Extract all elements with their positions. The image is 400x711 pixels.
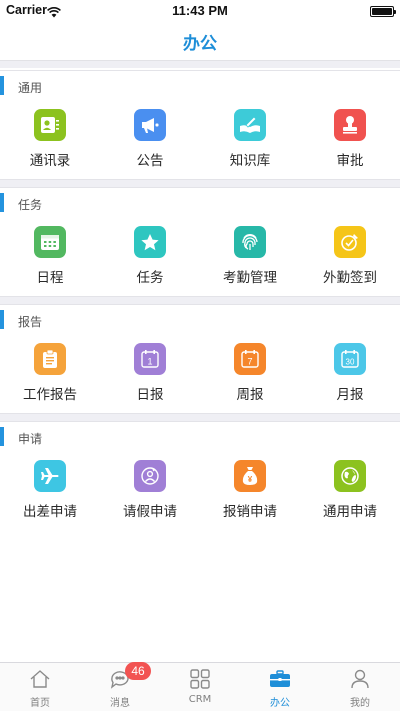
section-header: 申请 xyxy=(0,422,400,452)
tab-label: 办公 xyxy=(270,698,290,709)
app-label: 出差申请 xyxy=(23,504,77,520)
app-label: 知识库 xyxy=(229,153,271,169)
tab-office[interactable]: 办公 xyxy=(240,663,320,711)
calendar-number: 30 xyxy=(346,358,355,367)
tab-label: 消息 xyxy=(110,698,130,709)
book-icon xyxy=(234,109,266,141)
app-label: 请假申请 xyxy=(123,504,177,520)
app-label: 日报 xyxy=(136,387,164,403)
app-announcement[interactable]: 公告 xyxy=(100,101,200,179)
section-accent-bar xyxy=(0,427,4,446)
section-accent-bar xyxy=(0,76,4,95)
calendar-month-icon: 30 xyxy=(334,343,366,375)
calendar-number: 7 xyxy=(247,357,252,367)
app-label: 工作报告 xyxy=(23,387,77,403)
app-reimbursement[interactable]: ¥ 报销申请 xyxy=(200,452,300,530)
section-title: 报告 xyxy=(18,315,43,329)
stamp-icon xyxy=(334,109,366,141)
app-business-trip[interactable]: 出差申请 xyxy=(0,452,100,530)
section-header: 任务 xyxy=(0,188,400,218)
calendar-grid-icon xyxy=(34,226,66,258)
app-daily-report[interactable]: 1 日报 xyxy=(100,335,200,413)
calendar-number: 1 xyxy=(147,357,152,367)
unread-badge: 46 xyxy=(125,662,151,680)
section-header: 通用 xyxy=(0,71,400,101)
person-icon xyxy=(351,669,369,689)
app-schedule[interactable]: 日程 xyxy=(0,218,100,296)
app-weekly-report[interactable]: 7 周报 xyxy=(200,335,300,413)
clipboard-icon xyxy=(34,343,66,375)
clock-time: 11:43 PM xyxy=(172,3,228,18)
navigation-bar: 办公 xyxy=(0,22,400,60)
app-contacts[interactable]: 通讯录 xyxy=(0,101,100,179)
airplane-icon xyxy=(34,460,66,492)
section-title: 申请 xyxy=(18,432,43,446)
app-attendance[interactable]: 考勤管理 xyxy=(200,218,300,296)
leave-clock-icon xyxy=(134,460,166,492)
home-icon xyxy=(30,670,50,688)
app-label: 报销申请 xyxy=(223,504,277,520)
tab-label: 我的 xyxy=(350,698,370,709)
app-label: 任务 xyxy=(136,270,164,286)
briefcase-icon xyxy=(270,670,290,687)
contacts-icon xyxy=(34,109,66,141)
tab-label: 首页 xyxy=(30,698,50,709)
app-knowledge-base[interactable]: 知识库 xyxy=(200,101,300,179)
section-general: 通用 通讯录 公告 知识库 审批 xyxy=(0,70,400,180)
tab-me[interactable]: 我的 xyxy=(320,663,400,711)
app-field-signin[interactable]: 外勤签到 xyxy=(300,218,400,296)
section-title: 通用 xyxy=(18,81,43,95)
tab-label: CRM xyxy=(188,694,212,705)
app-label: 公告 xyxy=(136,153,164,169)
app-task[interactable]: 任务 xyxy=(100,218,200,296)
calendar-week-icon: 7 xyxy=(234,343,266,375)
tab-home[interactable]: 首页 xyxy=(0,663,80,711)
money-bag-icon: ¥ xyxy=(234,460,266,492)
section-applications: 申请 出差申请 请假申请 ¥ 报销申请 通用申请 xyxy=(0,421,400,530)
app-work-report[interactable]: 工作报告 xyxy=(0,335,100,413)
nav-divider xyxy=(0,60,400,68)
section-title: 任务 xyxy=(18,198,43,212)
section-tasks: 任务 日程 任务 考勤管理 外勤签到 xyxy=(0,187,400,297)
fingerprint-icon xyxy=(234,226,266,258)
section-reports: 报告 工作报告 1 日报 7 周报 30 月报 xyxy=(0,304,400,414)
grid-icon xyxy=(190,669,210,689)
tab-bar: 首页 46 消息 CRM 办公 我的 xyxy=(0,662,400,711)
star-icon xyxy=(134,226,166,258)
globe-icon xyxy=(334,460,366,492)
calendar-day-icon: 1 xyxy=(134,343,166,375)
tab-crm[interactable]: CRM xyxy=(160,663,240,711)
status-bar: Carrier 11:43 PM xyxy=(0,0,400,22)
app-approval[interactable]: 审批 xyxy=(300,101,400,179)
app-label: 日程 xyxy=(36,270,64,286)
signin-icon xyxy=(334,226,366,258)
page-title: 办公 xyxy=(183,34,217,54)
app-monthly-report[interactable]: 30 月报 xyxy=(300,335,400,413)
app-label: 外勤签到 xyxy=(323,270,377,286)
svg-text:¥: ¥ xyxy=(248,475,253,484)
app-label: 审批 xyxy=(336,153,364,169)
app-label: 考勤管理 xyxy=(223,270,277,286)
megaphone-icon xyxy=(134,109,166,141)
app-label: 通用申请 xyxy=(323,504,377,520)
app-general-request[interactable]: 通用申请 xyxy=(300,452,400,530)
section-header: 报告 xyxy=(0,305,400,335)
battery-icon xyxy=(370,6,396,17)
app-label: 月报 xyxy=(336,387,364,403)
tab-messages[interactable]: 46 消息 xyxy=(80,662,160,711)
app-label: 通讯录 xyxy=(29,153,71,169)
section-accent-bar xyxy=(0,310,4,329)
app-label: 周报 xyxy=(236,387,264,403)
app-leave-request[interactable]: 请假申请 xyxy=(100,452,200,530)
section-accent-bar xyxy=(0,193,4,212)
